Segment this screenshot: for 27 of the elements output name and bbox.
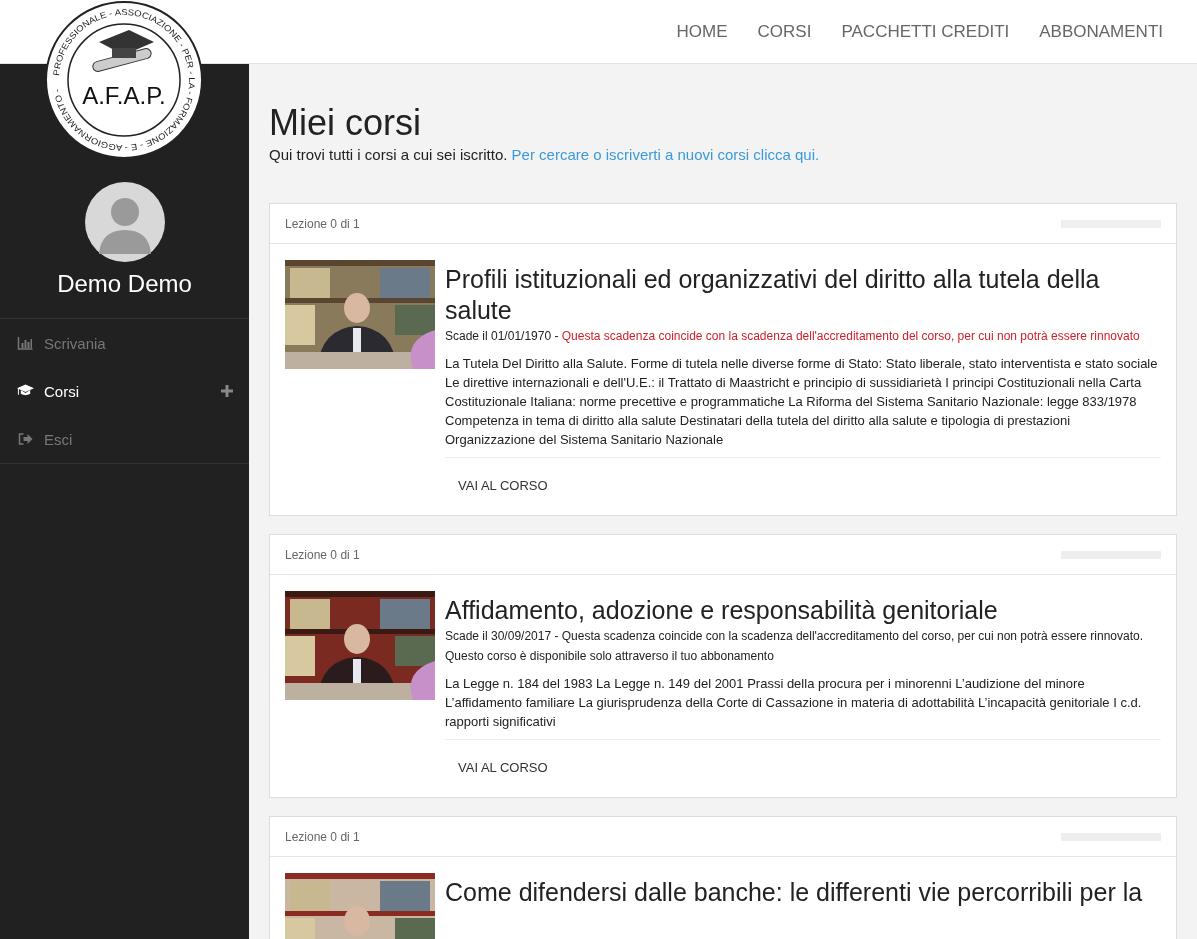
lesson-progress-text: Lezione 0 di 1	[285, 547, 360, 562]
course-description: La Legge n. 184 del 1983 La Legge n. 149 del 2001 Prassi della procura per i minorenni L’audizione del minore L’affidamento familiare La giurisprudenza della Corte di Cassazione in materia di adottabilità L’incapacità genitoriale I c.d. rapporti significativi	[445, 674, 1161, 740]
bar-chart-icon	[17, 336, 34, 350]
exit-icon	[17, 432, 34, 446]
plus-icon[interactable]	[221, 385, 233, 397]
sidebar-item[interactable]: Esci	[0, 415, 249, 463]
lesson-progress-text: Lezione 0 di 1	[285, 216, 360, 231]
go-to-course-button[interactable]: VAI AL CORSO	[445, 472, 561, 499]
deadline-text: Scade il 01/01/1970 - Questa scadenza coincide con la scadenza dell'accreditamento del corso, per cui non potrà essere rinnovato	[445, 328, 1141, 345]
course-title: Affidamento, adozione e responsabilità genitoriale	[445, 595, 999, 626]
sidebar-item[interactable]: Scrivania	[0, 319, 249, 367]
lesson-progress-text: Lezione 0 di 1	[285, 829, 360, 844]
deadline-text: Scade il 30/09/2017 - Questa scadenza coincide con la scadenza dell'accreditamento del corso, per cui non potrà essere rinnovato. Questo corso è disponibile solo attraverso il tuo abbonamento	[445, 628, 1145, 665]
avatar-icon	[84, 182, 165, 262]
nav-link[interactable]: PACCHETTI CREDITI	[841, 21, 1010, 42]
course-title: Come difendersi dalle banche: le differenti vie percorribili per la	[445, 877, 1144, 908]
page-title: Miei corsi	[269, 102, 422, 144]
go-to-course-button[interactable]: VAI AL CORSO	[445, 754, 561, 781]
graduation-cap-icon	[17, 384, 34, 398]
nav-link[interactable]: CORSI	[757, 21, 812, 42]
user-name: Demo Demo	[57, 270, 192, 298]
intro-text: Qui trovi tutti i corsi a cui sei iscritto. Per cercare o iscriverti a nuovi corsi clicca qui.	[269, 146, 821, 163]
course-title: Profili istituzionali ed organizzativi del diritto alla tutela della salute	[445, 264, 1101, 326]
sidebar-item[interactable]: Corsi	[0, 367, 249, 415]
nav-link[interactable]: ABBONAMENTI	[1039, 21, 1163, 42]
course-description: La Tutela Del Diritto alla Salute. Forme di tutela nelle diverse forme di Stato: Stato liberale, stato interventista e stato sociale Le direttive internazionali e dell'U.E.: il Trattato di Maastricht e principio di sussidiarietà I principi Costituzionali nella Carta Costituzionale Italiana: norme precettive e programmatiche La Riforma del Sistema Sanitario Nazionale: legge 833/1978 Competenza in tema di diritto alla salute Destinatari della tutela del diritto alla salute e tipologia di prestazioni Organizzazione del Sistema Sanitario Nazionale	[445, 354, 1161, 458]
nav-link[interactable]: HOME	[676, 21, 728, 42]
